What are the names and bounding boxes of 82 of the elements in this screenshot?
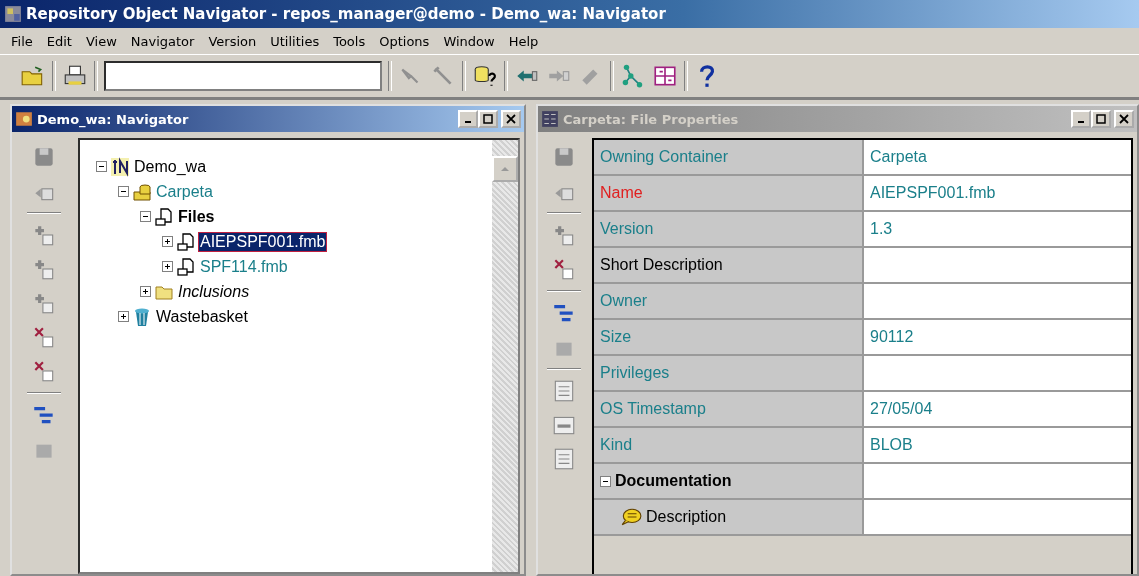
property-value[interactable]: AIEPSPF001.fmb [864,176,1131,212]
property-label: Privileges [600,364,670,382]
tree-item[interactable]: Demo_wa [133,157,208,176]
collapse-icon[interactable] [96,161,107,172]
menu-item[interactable]: Version [201,33,264,49]
menu-item[interactable]: Utilities [263,33,327,49]
menu-item[interactable]: Navigator [123,33,202,49]
window-title: Demo_wa: Navigator [37,111,190,127]
menu-item[interactable]: File [4,33,40,49]
window-title: Carpeta: File Properties [563,111,740,127]
property-label: Kind [600,436,633,454]
document-icon [176,256,196,277]
tree-item[interactable]: AIEPSPF001.fmb [199,232,327,251]
trash-icon [132,306,152,327]
tree-item[interactable]: Carpeta [155,182,214,201]
document-icon [154,206,174,227]
close-icon [1119,114,1129,124]
expand-icon[interactable] [118,311,129,322]
window-icon [15,110,33,128]
menu-item[interactable]: View [78,33,124,49]
minimize-button[interactable] [458,110,478,128]
property-value[interactable]: 27/05/04 [864,392,1131,428]
value-text: Carpeta [870,148,927,166]
expand-icon[interactable] [162,261,173,272]
property-label: Documentation [615,472,732,490]
menu-item[interactable]: Options [372,33,437,49]
scroll-up-button[interactable] [492,156,518,182]
property-value[interactable]: 90112 [864,320,1131,356]
property-label: Owner [600,292,648,310]
tools-icon [110,156,130,177]
property-value[interactable] [864,500,1131,536]
collapse-icon[interactable] [600,475,611,487]
app-icon [4,5,22,23]
close-button[interactable] [501,110,521,128]
maximize-icon [1096,114,1106,124]
expand-icon[interactable] [162,236,173,247]
property-label: Size [600,328,632,346]
menu-item[interactable]: Tools [326,33,373,49]
value-text: AIEPSPF001.fmb [870,184,996,202]
property-value[interactable] [864,356,1131,392]
window-title: Repository Object Navigator - repos_manager@demo - Demo_wa: Navigator [26,5,666,23]
up-arrow-icon [500,166,510,172]
window-icon [541,110,559,128]
document-icon [176,231,196,252]
tree-item[interactable]: SPF114.fmb [199,257,289,276]
tree-item[interactable]: Inclusions [177,282,251,301]
speech-bubble-icon [620,508,642,526]
property-value[interactable]: BLOB [864,428,1131,464]
property-label: Owning Container [600,148,729,166]
search-field[interactable] [104,61,382,91]
property-label: Short Description [600,256,723,274]
close-button[interactable] [1114,110,1134,128]
scrollbar[interactable] [492,140,518,572]
value-text: 27/05/04 [870,400,933,418]
value-text: 1.3 [870,220,893,238]
value-text: BLOB [870,436,913,454]
menu-item[interactable]: Help [501,33,546,49]
property-value[interactable]: Carpeta [864,140,1131,176]
property-label: Description [646,508,727,526]
menu-item[interactable]: Window [436,33,502,49]
menu-item[interactable]: Edit [39,33,79,49]
property-value[interactable]: 1.3 [864,212,1131,248]
minimize-button[interactable] [1071,110,1091,128]
expand-icon[interactable] [140,286,151,297]
minimize-icon [1078,121,1084,123]
close-icon [506,114,516,124]
property-label: Name [600,184,643,202]
collapse-icon[interactable] [118,186,129,197]
property-label: OS Timestamp [600,400,706,418]
minimize-icon [465,121,471,123]
property-value[interactable] [864,284,1131,320]
maximize-icon [483,114,493,124]
property-value[interactable] [864,464,1131,500]
maximize-button[interactable] [1091,110,1111,128]
collapse-icon[interactable] [140,211,151,222]
maximize-button[interactable] [478,110,498,128]
property-label: Version [600,220,654,238]
value-text: 90112 [870,328,914,346]
property-value[interactable] [864,248,1131,284]
tree-item[interactable]: Wastebasket [155,307,249,326]
tree-item[interactable]: Files [177,207,216,226]
database-help-icon[interactable] [472,63,498,89]
